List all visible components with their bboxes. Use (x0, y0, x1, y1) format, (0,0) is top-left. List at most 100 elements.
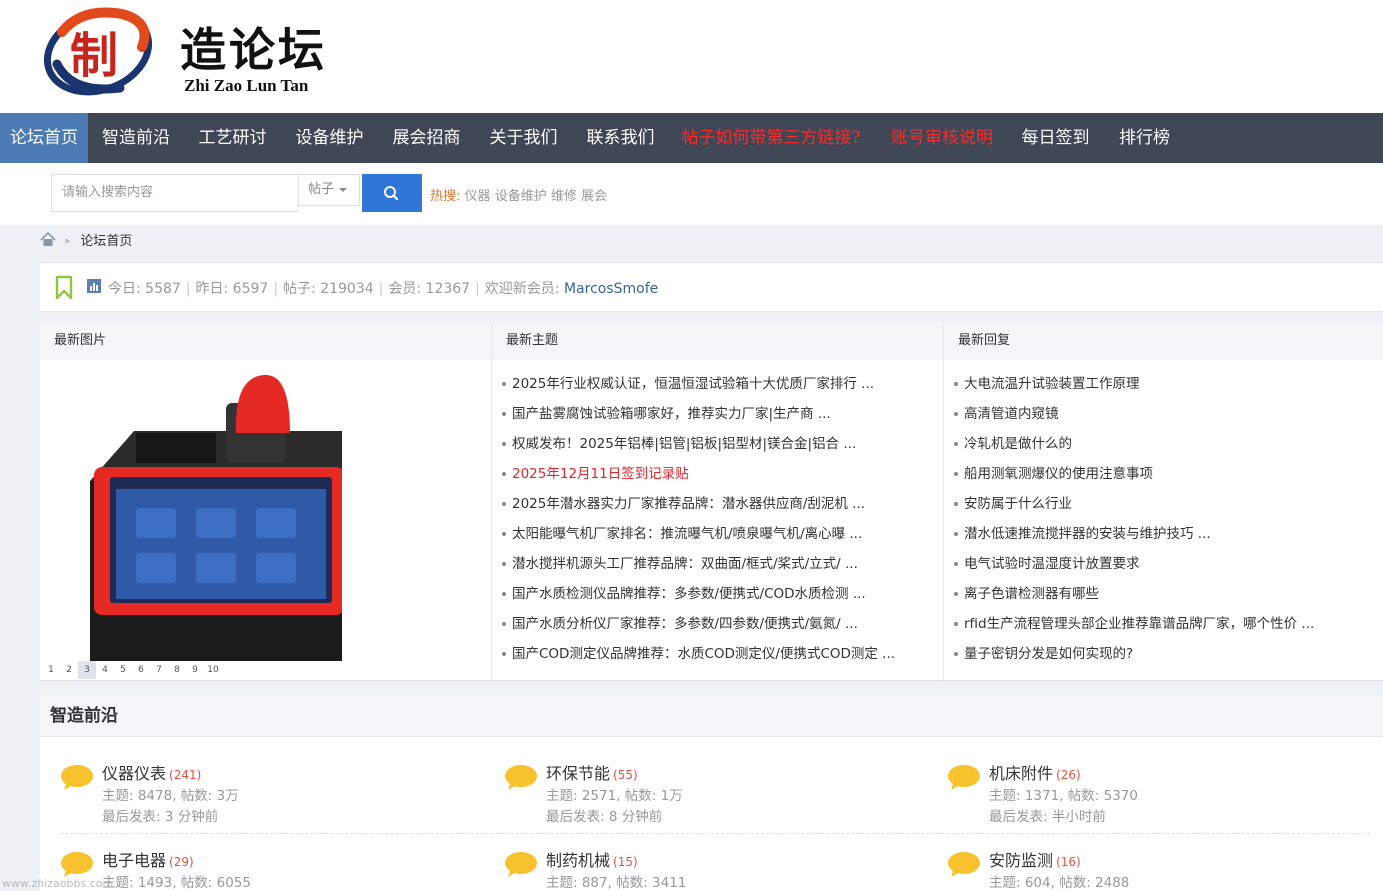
product-image[interactable] (76, 373, 342, 663)
list-item[interactable]: 国产盐雾腐蚀试验箱哪家好，推荐实力厂家|生产商 ... (502, 404, 943, 434)
stat-members: 会员: 12367 (388, 281, 471, 297)
forum-name[interactable]: 仪器仪表 (102, 764, 166, 783)
chat-bubble-icon (948, 765, 980, 790)
pager-page-current[interactable]: 3 (78, 661, 96, 679)
thread-list: 2025年行业权威认证，恒温恒湿试验箱十大优质厂家排行 ... 国产盐雾腐蚀试验… (492, 359, 943, 674)
latest-threads: 最新主题 2025年行业权威认证，恒温恒湿试验箱十大优质厂家排行 ... 国产盐… (491, 323, 943, 681)
latest-images-title: 最新图片 (40, 323, 491, 359)
latest-replies: 最新回复 大电流温升试验装置工作原理 高清管道内窥镜 冷轧机是做什么的 船用测氧… (943, 323, 1383, 681)
nav-about[interactable]: 关于我们 (475, 113, 572, 163)
chat-bubble-icon (505, 765, 537, 790)
list-item[interactable]: 国产COD测定仪品牌推荐：水质COD测定仪/便携式COD测定 ... (502, 644, 943, 674)
forum-name[interactable]: 电子电器 (102, 851, 166, 870)
main-nav: 论坛首页 智造前沿 工艺研讨 设备维护 展会招商 关于我们 联系我们 帖子如何带… (0, 113, 1383, 163)
list-item[interactable]: 高清管道内窥镜 (954, 404, 1383, 434)
site-logo[interactable]: 制 造论坛 Zhi Zao Lun Tan (42, 2, 332, 100)
list-item[interactable]: 2025年12月11日签到记录贴 (502, 464, 943, 494)
list-item[interactable]: 潜水低速推流搅拌器的安装与维护技巧 ... (954, 524, 1383, 554)
forum-name[interactable]: 制药机械 (546, 851, 610, 870)
list-item[interactable]: 电气试验时温湿度计放置要求 (954, 554, 1383, 584)
forum-item[interactable]: 环保节能 (55) 主题: 2571, 帖数: 1万 最后发表: 8 分钟前 (504, 760, 924, 840)
pager-page[interactable]: 4 (96, 661, 114, 679)
row-divider (60, 833, 1370, 834)
search-type-select[interactable]: 帖子 (298, 174, 360, 206)
chat-bubble-icon (948, 852, 980, 877)
forum-stats-line: 主题: 1493, 帖数: 6055 (102, 875, 251, 891)
search-icon (384, 186, 399, 201)
pager-page[interactable]: 10 (204, 661, 222, 679)
hot-keyword[interactable]: 设备维护 (495, 189, 547, 204)
forum-name[interactable]: 安防监测 (989, 851, 1053, 870)
hot-keyword[interactable]: 仪器 (465, 189, 491, 204)
list-item[interactable]: rfid生产流程管理头部企业推荐靠谱品牌厂家，哪个性价 ... (954, 614, 1383, 644)
list-item[interactable]: 潜水搅拌机源头工厂推荐品牌：双曲面/框式/桨式/立式/ ... (502, 554, 943, 584)
pager-page[interactable]: 6 (132, 661, 150, 679)
reply-list: 大电流温升试验装置工作原理 高清管道内窥镜 冷轧机是做什么的 船用测氧测爆仪的使… (944, 359, 1383, 674)
nav-checkin[interactable]: 每日签到 (1011, 113, 1100, 163)
list-item[interactable]: 2025年行业权威认证，恒温恒湿试验箱十大优质厂家排行 ... (502, 374, 943, 404)
logo-emblem-icon: 制 (43, 7, 153, 96)
forum-item[interactable]: 仪器仪表 (241) 主题: 8478, 帖数: 3万 最后发表: 3 分钟前 (60, 760, 480, 840)
pager-page[interactable]: 5 (114, 661, 132, 679)
pager-page[interactable]: 8 (168, 661, 186, 679)
newest-member-link[interactable]: MarcosSmofe (564, 281, 658, 297)
hot-keyword[interactable]: 维修 (551, 189, 577, 204)
list-item[interactable]: 离子色谱检测器有哪些 (954, 584, 1383, 614)
pager-page[interactable]: 7 (150, 661, 168, 679)
chart-icon (87, 279, 101, 293)
nav-account-review[interactable]: 账号审核说明 (873, 113, 1011, 163)
search-input[interactable]: 请输入搜索内容 (51, 174, 299, 212)
latest-replies-title: 最新回复 (944, 323, 1383, 359)
forum-item[interactable]: 安防监测 (16) 主题: 604, 帖数: 2488 (947, 847, 1367, 891)
forum-stats: 今日: 5587 | 昨日: 6597 | 帖子: 219034 | 会员: 12367 | 欢… (40, 262, 1383, 312)
list-item[interactable]: 大电流温升试验装置工作原理 (954, 374, 1383, 404)
list-item[interactable]: 2025年潜水器实力厂家推荐品牌：潜水器供应商/刮泥机 ... (502, 494, 943, 524)
forum-last-post: 最后发表: 8 分钟前 (546, 809, 663, 825)
nav-exhibition[interactable]: 展会招商 (378, 113, 475, 163)
breadcrumb-current[interactable]: 论坛首页 (80, 234, 132, 249)
forum-name[interactable]: 环保节能 (546, 764, 610, 783)
hot-label: 热搜: (430, 189, 461, 204)
list-item[interactable]: 船用测氧测爆仪的使用注意事项 (954, 464, 1383, 494)
pager-page[interactable]: 1 (42, 661, 60, 679)
nav-contact[interactable]: 联系我们 (572, 113, 669, 163)
list-item[interactable]: 太阳能曝气机厂家排名：推流曝气机/喷泉曝气机/离心曝 ... (502, 524, 943, 554)
list-item[interactable]: 冷轧机是做什么的 (954, 434, 1383, 464)
chat-bubble-icon (61, 765, 93, 790)
nav-maintenance[interactable]: 设备维护 (281, 113, 378, 163)
pager-page[interactable]: 2 (60, 661, 78, 679)
home-icon[interactable] (40, 231, 56, 247)
forum-new-count: (16) (1056, 855, 1081, 869)
section-title[interactable]: 智造前沿 (40, 695, 1383, 737)
search-button[interactable] (362, 174, 422, 212)
forum-stats-line: 主题: 887, 帖数: 3411 (546, 875, 687, 891)
latest-panel: 最新图片 1 2 3 4 5 6 7 8 9 10 最新主题 2025年行业权威认证，恒温恒湿试验… (40, 323, 1383, 681)
nav-ranking[interactable]: 排行榜 (1100, 113, 1189, 163)
list-item[interactable]: 国产水质分析仪厂家推荐：多参数/四参数/便携式/氨氮/ ... (502, 614, 943, 644)
hot-keyword[interactable]: 展会 (581, 189, 607, 204)
stats-line: 今日: 5587 | 昨日: 6597 | 帖子: 219034 | 会员: 12367 | 欢… (108, 281, 659, 297)
latest-images: 最新图片 1 2 3 4 5 6 7 8 9 10 (40, 323, 491, 681)
list-item[interactable]: 量子密钥分发是如何实现的? (954, 644, 1383, 674)
svg-text:制: 制 (70, 28, 118, 84)
forum-item[interactable]: 电子电器 (29) 主题: 1493, 帖数: 6055 (60, 847, 480, 891)
stat-yesterday: 昨日: 6597 (195, 281, 269, 297)
welcome-label: 欢迎新会员: (484, 281, 560, 297)
pager-page[interactable]: 9 (186, 661, 204, 679)
list-item[interactable]: 国产水质检测仪品牌推荐：多参数/便携式/COD水质检测 ... (502, 584, 943, 614)
list-item[interactable]: 权威发布！2025年铝棒|铝管|铝板|铝型材|镁合金|铝合 ... (502, 434, 943, 464)
forum-item[interactable]: 机床附件 (26) 主题: 1371, 帖数: 5370 最后发表: 半小时前 (947, 760, 1367, 840)
nav-frontier[interactable]: 智造前沿 (88, 113, 184, 163)
nav-home[interactable]: 论坛首页 (0, 113, 88, 163)
site-header: 制 造论坛 Zhi Zao Lun Tan (0, 0, 1383, 113)
forum-item[interactable]: 制药机械 (15) 主题: 887, 帖数: 3411 (504, 847, 924, 891)
forum-new-count: (29) (169, 855, 194, 869)
nav-link-help[interactable]: 帖子如何带第三方链接? (669, 113, 873, 163)
list-item[interactable]: 安防属于什么行业 (954, 494, 1383, 524)
forum-stats-line: 主题: 2571, 帖数: 1万 (546, 788, 683, 804)
chat-bubble-icon (61, 852, 93, 877)
search-bar: 请输入搜索内容 帖子 热搜: 仪器 设备维护 维修 展会 (0, 163, 1383, 225)
forum-name[interactable]: 机床附件 (989, 764, 1053, 783)
logo-title: 造论坛 (180, 23, 327, 77)
nav-process[interactable]: 工艺研讨 (184, 113, 281, 163)
